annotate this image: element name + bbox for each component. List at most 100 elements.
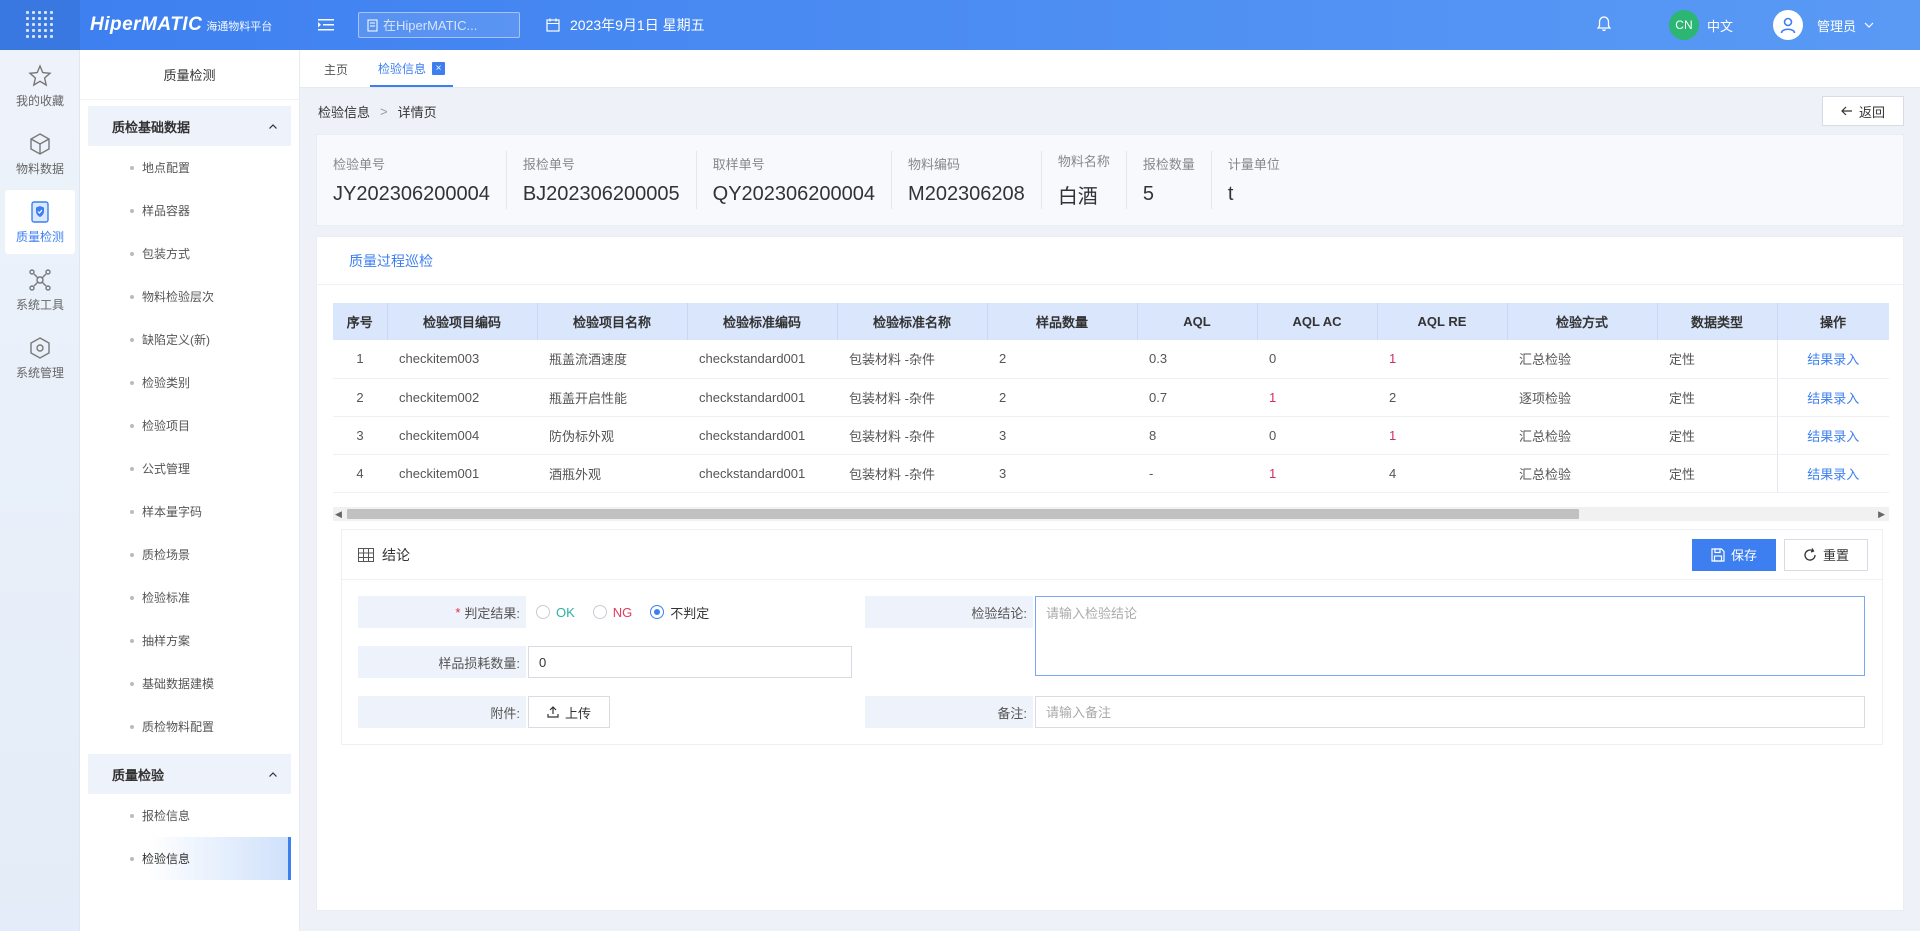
result-entry-link[interactable]: 结果录入 xyxy=(1807,391,1859,406)
radio-ng[interactable]: NG xyxy=(592,605,632,620)
menu-group-base-data[interactable]: 质检基础数据 xyxy=(88,106,291,146)
rail-item-label: 我的收藏 xyxy=(15,93,64,108)
scroll-left-icon[interactable]: ◀ xyxy=(335,509,342,520)
info-material-name: 物料名称 白酒 xyxy=(1058,151,1127,209)
chevron-up-icon xyxy=(269,123,277,129)
chevron-down-icon[interactable] xyxy=(1864,22,1874,28)
column-header: 检验项目名称 xyxy=(537,303,688,340)
search-doc-icon xyxy=(367,19,378,31)
menu-item[interactable]: 缺陷定义(新) xyxy=(88,318,291,361)
inspection-conclusion-row: 检验结论: xyxy=(865,596,1865,676)
chevron-up-icon xyxy=(269,771,277,777)
radio-no-judge[interactable]: 不判定 xyxy=(650,603,709,622)
column-header: AQL xyxy=(1137,303,1258,340)
close-icon[interactable]: × xyxy=(432,61,446,75)
result-entry-link[interactable]: 结果录入 xyxy=(1807,352,1859,367)
table-icon xyxy=(358,547,374,562)
tab-inspection-info[interactable]: 检验信息 × xyxy=(370,51,454,87)
table-row: 4 checkitem001 酒瓶外观 checkstandard001 包装材… xyxy=(333,454,1889,493)
required-mark: * xyxy=(455,604,461,620)
scroll-right-icon[interactable]: ▶ xyxy=(1878,509,1885,520)
info-unit: 计量单位 t xyxy=(1227,157,1280,205)
judge-result-row: * 判定结果: OK NG 不判定 xyxy=(358,596,727,628)
remark-input[interactable] xyxy=(1035,696,1865,728)
column-header: 检验标准编码 xyxy=(687,303,838,340)
module-rail: 我的收藏 物料数据 质量检测 系统工具 系统管理 xyxy=(0,50,80,931)
rail-item-system[interactable]: 系统管理 xyxy=(5,326,75,390)
breadcrumb-parent[interactable]: 检验信息 xyxy=(318,102,370,121)
inspection-panel: 质量过程巡检 序号 检验项目编码 检验项目名称 检验标准编码 检验标准名称 样品… xyxy=(316,236,1904,911)
rail-item-favorites[interactable]: 我的收藏 xyxy=(5,54,75,118)
menu-item[interactable]: 样本量字码 xyxy=(88,490,291,533)
rail-item-quality[interactable]: 质量检测 xyxy=(5,190,75,254)
refresh-icon xyxy=(1804,547,1816,561)
menu-item[interactable]: 公式管理 xyxy=(88,447,291,490)
sample-loss-input[interactable] xyxy=(528,646,852,678)
brand-logo: HiperMATIC 海通物料平台 xyxy=(90,14,300,36)
menu-item[interactable]: 检验项目 xyxy=(88,404,291,447)
rail-item-material[interactable]: 物料数据 xyxy=(5,122,75,186)
upload-icon xyxy=(547,706,559,718)
breadcrumb-separator: > xyxy=(380,103,388,119)
result-entry-link[interactable]: 结果录入 xyxy=(1807,429,1859,444)
save-button[interactable]: 保存 xyxy=(1692,538,1776,571)
menu-item[interactable]: 抽样方案 xyxy=(88,619,291,662)
side-menu-title: 质量检测 xyxy=(80,50,299,100)
menu-item-active[interactable]: 检验信息 xyxy=(88,837,291,880)
info-material-code: 物料编码 M202306208 xyxy=(908,151,1042,209)
table-horizontal-scrollbar[interactable]: ◀ ▶ xyxy=(333,507,1889,521)
reset-button[interactable]: 重置 xyxy=(1784,538,1868,571)
network-icon xyxy=(29,268,51,291)
column-header: 数据类型 xyxy=(1657,303,1778,340)
judge-result-radios: OK NG 不判定 xyxy=(536,603,727,622)
star-icon xyxy=(28,63,52,86)
global-search-input[interactable] xyxy=(383,17,503,33)
language-label[interactable]: 中文 xyxy=(1707,16,1733,35)
column-header: 操作 xyxy=(1776,303,1889,340)
save-icon xyxy=(1711,547,1725,562)
global-search[interactable] xyxy=(358,12,520,38)
info-quantity: 报检数量 5 xyxy=(1143,151,1212,209)
user-avatar[interactable] xyxy=(1772,10,1803,40)
result-entry-link[interactable]: 结果录入 xyxy=(1807,467,1859,482)
user-name[interactable]: 管理员 xyxy=(1817,16,1856,35)
menu-group-title: 质检基础数据 xyxy=(112,119,191,135)
radio-ok[interactable]: OK xyxy=(536,605,575,620)
menu-group-inspection[interactable]: 质量检验 xyxy=(88,754,291,794)
menu-item[interactable]: 报检信息 xyxy=(88,794,291,837)
rail-item-tools[interactable]: 系统工具 xyxy=(5,258,75,322)
menu-item[interactable]: 样品容器 xyxy=(88,189,291,232)
menu-item[interactable]: 地点配置 xyxy=(88,146,291,189)
menu-list-inspection: 报检信息 检验信息 xyxy=(80,794,299,880)
scrollbar-thumb[interactable] xyxy=(347,509,1579,519)
menu-item[interactable]: 包装方式 xyxy=(88,232,291,275)
top-bar: HiperMATIC 海通物料平台 2023年9月1日 星期五 CN 中文 管理… xyxy=(0,0,1920,50)
menu-item[interactable]: 质检场景 xyxy=(88,533,291,576)
language-badge[interactable]: CN xyxy=(1668,10,1699,40)
back-button[interactable]: 返回 xyxy=(1822,96,1904,126)
tab-home[interactable]: 主页 xyxy=(316,51,356,87)
table-row: 2 checkitem002 瓶盖开启性能 checkstandard001 包… xyxy=(333,378,1889,417)
remark-row: 备注: xyxy=(865,696,1865,728)
inspection-conclusion-textarea[interactable] xyxy=(1035,596,1865,676)
date-display: 2023年9月1日 星期五 xyxy=(546,15,705,35)
breadcrumb-bar: 检验信息 > 详情页 返回 xyxy=(300,88,1920,134)
menu-toggle-icon[interactable] xyxy=(314,15,338,35)
upload-button[interactable]: 上传 xyxy=(528,696,610,728)
table-header-row: 序号 检验项目编码 检验项目名称 检验标准编码 检验标准名称 样品数量 AQL … xyxy=(333,303,1889,340)
inspection-table: 序号 检验项目编码 检验项目名称 检验标准编码 检验标准名称 样品数量 AQL … xyxy=(333,303,1889,507)
calendar-icon xyxy=(546,18,560,32)
menu-item[interactable]: 基础数据建模 xyxy=(88,662,291,705)
side-menu: 质量检测 质检基础数据 地点配置 样品容器 包装方式 物料检验层次 缺陷定义(新… xyxy=(80,50,300,931)
menu-item[interactable]: 检验标准 xyxy=(88,576,291,619)
conclusion-title: 结论 xyxy=(382,546,410,563)
column-header: 样品数量 xyxy=(987,303,1138,340)
date-text: 2023年9月1日 星期五 xyxy=(570,17,705,33)
bell-icon[interactable] xyxy=(1596,15,1612,35)
user-icon xyxy=(1780,17,1796,34)
menu-item[interactable]: 质检物料配置 xyxy=(88,705,291,748)
menu-item[interactable]: 物料检验层次 xyxy=(88,275,291,318)
menu-item[interactable]: 检验类别 xyxy=(88,361,291,404)
menu-list-base-data: 地点配置 样品容器 包装方式 物料检验层次 缺陷定义(新) 检验类别 检验项目 … xyxy=(80,146,299,748)
app-grid-icon[interactable] xyxy=(0,0,80,50)
